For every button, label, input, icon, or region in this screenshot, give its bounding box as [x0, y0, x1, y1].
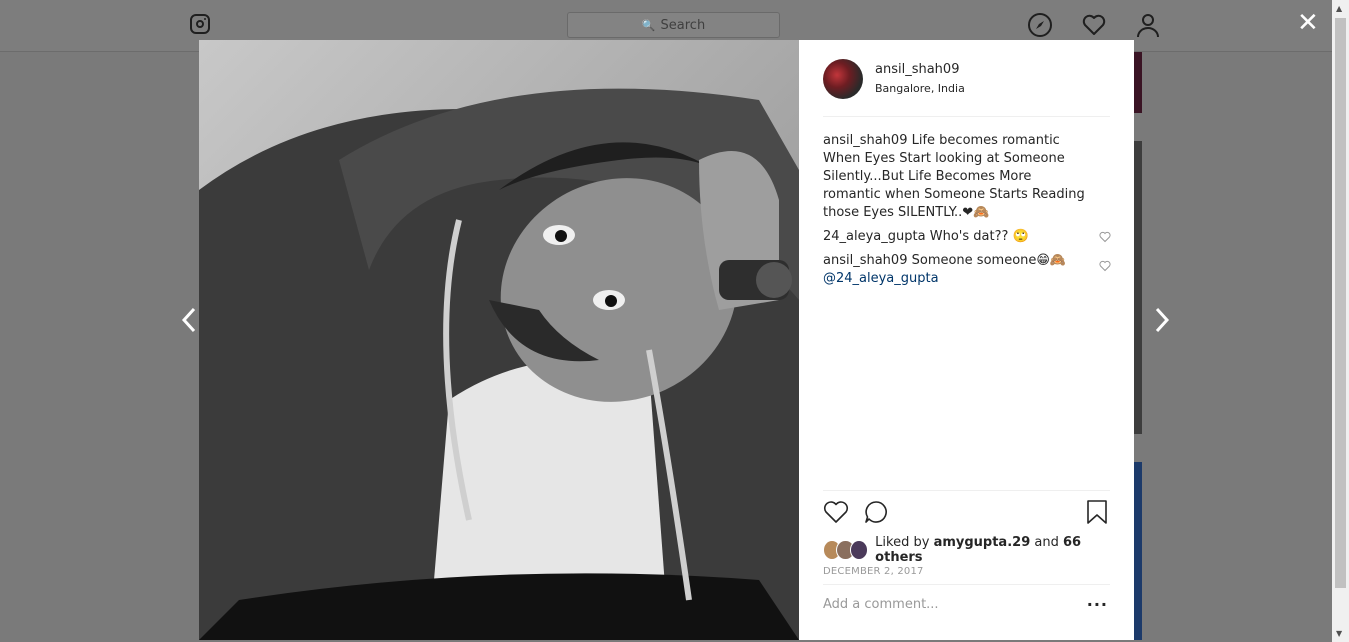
instagram-logo-icon[interactable]: [190, 14, 210, 34]
background-thumbnail: [1134, 462, 1142, 640]
heart-icon[interactable]: [1081, 12, 1107, 38]
likes-middle: and: [1034, 535, 1059, 550]
page-scrollbar[interactable]: ▲ ▼: [1332, 0, 1349, 642]
comment-like-heart-icon[interactable]: [1099, 231, 1111, 243]
background-thumbnail: [1134, 52, 1142, 113]
likes-summary: Liked by amygupta.29 and 66 others: [823, 535, 1110, 565]
liker-avatar[interactable]: [849, 540, 869, 560]
scroll-down-arrow-icon[interactable]: ▼: [1336, 629, 1342, 638]
search-placeholder: Search: [660, 17, 706, 33]
add-comment-input[interactable]: [823, 597, 1073, 612]
avatar[interactable]: [823, 59, 863, 99]
like-heart-icon[interactable]: [823, 499, 849, 525]
post-author-username[interactable]: ansil_shah09: [875, 62, 959, 77]
chevron-right-icon[interactable]: [1153, 305, 1171, 335]
comment-like-heart-icon[interactable]: [1099, 260, 1111, 272]
compass-icon[interactable]: [1027, 12, 1053, 38]
search-input[interactable]: 🔍 Search: [567, 12, 780, 38]
chevron-left-icon[interactable]: [180, 305, 198, 335]
post-photo[interactable]: [199, 40, 799, 640]
caption-username[interactable]: ansil_shah09: [823, 133, 907, 148]
post-location[interactable]: Bangalore, India: [875, 82, 965, 95]
post-actions: Liked by amygupta.29 and 66 others DECEM…: [823, 490, 1110, 621]
add-comment-section: ···: [823, 584, 1110, 625]
post-details-panel: ansil_shah09 Bangalore, India ansil_shah…: [799, 40, 1134, 640]
comment-item: 24_aleya_gupta Who's dat?? 🙄: [823, 228, 1111, 246]
post-photo-image: [199, 40, 799, 640]
comment-username[interactable]: ansil_shah09: [823, 253, 907, 268]
user-icon[interactable]: [1135, 12, 1161, 38]
post-date[interactable]: DECEMBER 2, 2017: [823, 566, 924, 577]
likes-user-link[interactable]: amygupta.29: [934, 535, 1031, 550]
comment-mention-link[interactable]: @24_aleya_gupta: [823, 271, 939, 286]
likes-prefix: Liked by: [875, 535, 930, 550]
comment-list: ansil_shah09 Life becomes romantic When …: [823, 132, 1111, 294]
comment-text: Someone someone😁🙈: [911, 253, 1067, 268]
comment-text: Who's dat?? 🙄: [929, 229, 1029, 244]
search-icon: 🔍: [641, 18, 656, 32]
bookmark-icon[interactable]: [1084, 499, 1110, 525]
scroll-up-arrow-icon[interactable]: ▲: [1336, 4, 1342, 13]
more-options-icon[interactable]: ···: [1087, 595, 1108, 614]
scrollbar-thumb[interactable]: [1335, 18, 1346, 588]
caption: ansil_shah09 Life becomes romantic When …: [823, 132, 1111, 222]
close-icon[interactable]: ✕: [1297, 10, 1319, 36]
post-header: ansil_shah09 Bangalore, India: [823, 58, 1110, 117]
likes-text: Liked by amygupta.29 and 66 others: [875, 535, 1110, 565]
comment-item: ansil_shah09 Someone someone😁🙈 @24_aleya…: [823, 252, 1111, 288]
comment-bubble-icon[interactable]: [863, 499, 889, 525]
background-thumbnail: [1134, 141, 1142, 434]
comment-username[interactable]: 24_aleya_gupta: [823, 229, 926, 244]
